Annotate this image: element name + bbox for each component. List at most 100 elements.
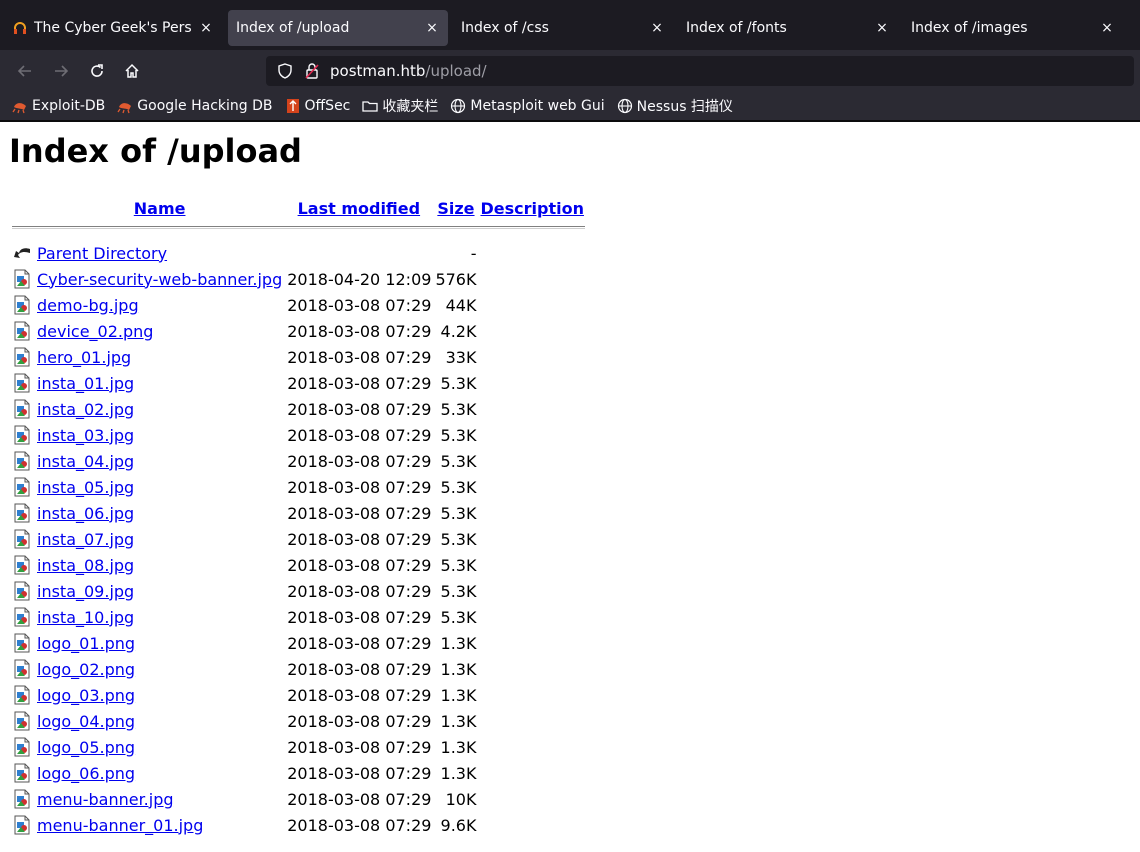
shield-icon[interactable]	[276, 62, 294, 80]
file-link[interactable]: logo_06.png	[37, 764, 135, 783]
sort-by-last-modified-link[interactable]: Last modified	[298, 199, 421, 218]
file-link[interactable]: insta_09.jpg	[37, 582, 134, 601]
tab-images[interactable]: Index of /images ×	[903, 10, 1123, 46]
bookmark-metasploit[interactable]: Metasploit web Gui	[450, 98, 605, 114]
insecure-lock-icon[interactable]	[304, 62, 320, 80]
file-row: logo_06.png 2018-03-08 07:29 1.3K	[12, 761, 585, 785]
file-link[interactable]: device_02.png	[37, 322, 153, 341]
sort-by-size-link[interactable]: Size	[437, 199, 474, 218]
image-file-icon	[14, 685, 30, 705]
image-file-icon	[14, 633, 30, 653]
name-cell: menu-banner_01.jpg	[36, 813, 283, 837]
file-row: logo_01.png 2018-03-08 07:29 1.3K	[12, 631, 585, 655]
file-link[interactable]: insta_02.jpg	[37, 400, 134, 419]
bookmark-nessus[interactable]: Nessus 扫描仪	[617, 96, 733, 116]
file-row: insta_09.jpg 2018-03-08 07:29 5.3K	[12, 579, 585, 603]
file-link[interactable]: insta_03.jpg	[37, 426, 134, 445]
bookmark-google-hacking-db[interactable]: Google Hacking DB	[117, 98, 273, 114]
icon-cell	[12, 475, 34, 499]
file-link[interactable]: Cyber-security-web-banner.jpg	[37, 270, 282, 289]
image-file-icon	[14, 789, 30, 809]
parent-directory-link[interactable]: Parent Directory	[37, 244, 167, 263]
date-cell: 2018-03-08 07:29	[287, 607, 432, 627]
file-link[interactable]: logo_05.png	[37, 738, 135, 757]
description-cell	[479, 475, 584, 499]
file-link[interactable]: menu-banner_01.jpg	[37, 816, 203, 835]
globe-icon	[617, 98, 633, 114]
exploitdb-icon	[12, 98, 28, 114]
file-link[interactable]: logo_02.png	[37, 660, 135, 679]
file-row: menu-banner_01.jpg 2018-03-08 07:29 9.6K	[12, 813, 585, 837]
icon-cell	[12, 579, 34, 603]
name-cell: insta_03.jpg	[36, 423, 283, 447]
close-icon[interactable]: ×	[1099, 20, 1115, 36]
description-cell	[479, 813, 584, 837]
home-button[interactable]	[119, 58, 145, 84]
description-cell	[479, 527, 584, 551]
image-file-icon	[14, 659, 30, 679]
tab-upload[interactable]: Index of /upload ×	[228, 10, 448, 46]
listing-body: Parent Directory - Cyber-security-web-ba…	[12, 241, 585, 837]
file-link[interactable]: insta_04.jpg	[37, 452, 134, 471]
date-cell: 2018-03-08 07:29	[287, 529, 432, 549]
icon-cell	[12, 605, 34, 629]
window-top-strip	[0, 0, 1140, 8]
headphones-icon	[12, 20, 28, 36]
file-link[interactable]: insta_05.jpg	[37, 478, 134, 497]
description-cell	[479, 605, 584, 629]
close-icon[interactable]: ×	[424, 20, 440, 36]
date-cell	[285, 241, 432, 265]
bookmark-label: Metasploit web Gui	[470, 98, 605, 114]
forward-button[interactable]	[48, 58, 74, 84]
file-row: hero_01.jpg 2018-03-08 07:29 33K	[12, 345, 585, 369]
file-link[interactable]: logo_03.png	[37, 686, 135, 705]
tab-cyber-geek[interactable]: The Cyber Geek's Persona ×	[4, 10, 222, 46]
tab-fonts[interactable]: Index of /fonts ×	[678, 10, 898, 46]
close-icon[interactable]: ×	[198, 20, 214, 36]
image-file-icon	[14, 321, 30, 341]
file-link[interactable]: hero_01.jpg	[37, 348, 131, 367]
file-link[interactable]: menu-banner.jpg	[37, 790, 174, 809]
tab-css[interactable]: Index of /css ×	[453, 10, 673, 46]
tab-title: Index of /upload	[236, 20, 350, 36]
description-cell	[479, 501, 584, 525]
file-link[interactable]: insta_01.jpg	[37, 374, 134, 393]
reload-button[interactable]	[84, 58, 110, 84]
file-link[interactable]: demo-bg.jpg	[37, 296, 139, 315]
name-cell: insta_06.jpg	[36, 501, 283, 525]
file-link[interactable]: logo_04.png	[37, 712, 135, 731]
name-cell: menu-banner.jpg	[36, 787, 283, 811]
bookmark-offsec[interactable]: OffSec	[285, 98, 350, 114]
file-link[interactable]: insta_06.jpg	[37, 504, 134, 523]
description-cell	[479, 553, 584, 577]
icon-cell	[12, 449, 34, 473]
date-cell: 2018-03-08 07:29	[287, 685, 432, 705]
sort-by-name-link[interactable]: Name	[134, 199, 186, 218]
url-host: postman.htb	[330, 62, 426, 80]
file-link[interactable]: insta_07.jpg	[37, 530, 134, 549]
description-cell	[479, 267, 584, 291]
description-cell	[479, 735, 584, 759]
name-cell: insta_08.jpg	[36, 553, 283, 577]
file-link[interactable]: insta_10.jpg	[37, 608, 134, 627]
size-cell: 5.3K	[440, 425, 477, 445]
size-cell: -	[470, 243, 477, 263]
image-file-icon	[14, 269, 30, 289]
sort-by-description-link[interactable]: Description	[480, 199, 583, 218]
icon-cell	[12, 631, 34, 655]
name-cell: demo-bg.jpg	[36, 293, 283, 317]
close-icon[interactable]: ×	[874, 20, 890, 36]
size-cell: 5.3K	[440, 451, 477, 471]
date-cell: 2018-03-08 07:29	[287, 321, 432, 341]
file-row: insta_03.jpg 2018-03-08 07:29 5.3K	[12, 423, 585, 447]
image-file-icon	[14, 529, 30, 549]
bookmark-folder[interactable]: 收藏夹栏	[362, 96, 438, 116]
back-button[interactable]	[12, 58, 38, 84]
size-cell: 1.3K	[440, 659, 477, 679]
file-link[interactable]: insta_08.jpg	[37, 556, 134, 575]
date-cell: 2018-03-08 07:29	[287, 737, 432, 757]
close-icon[interactable]: ×	[649, 20, 665, 36]
file-link[interactable]: logo_01.png	[37, 634, 135, 653]
bookmark-exploit-db[interactable]: Exploit-DB	[12, 98, 105, 114]
url-bar[interactable]: postman.htb/upload/	[266, 56, 1134, 86]
